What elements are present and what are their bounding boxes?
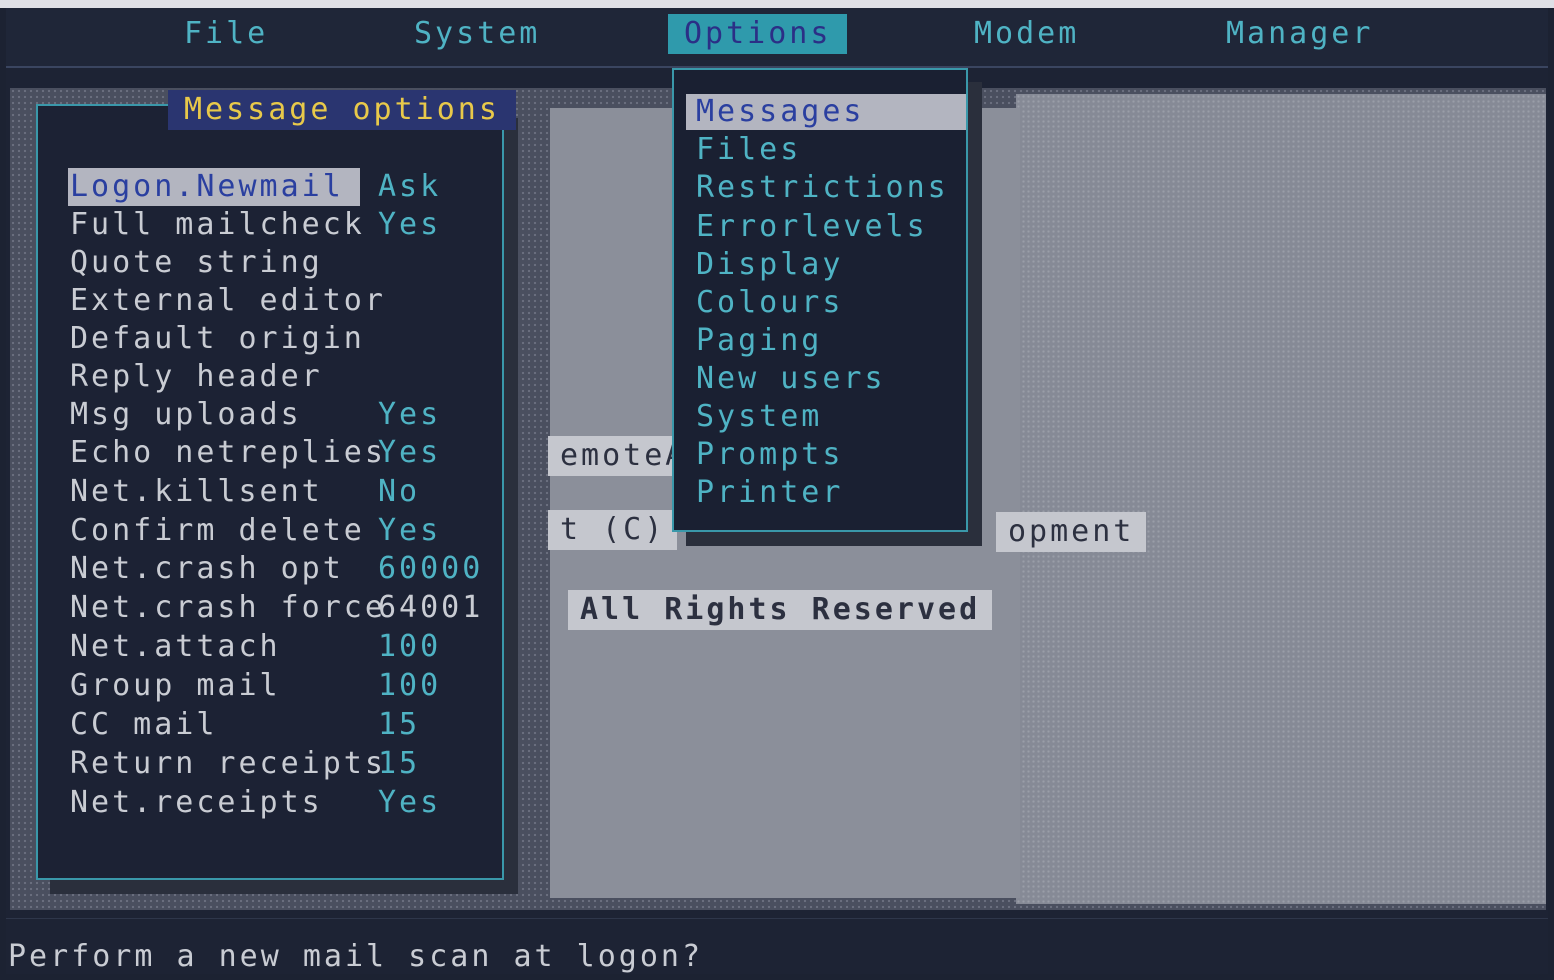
options-menu-item-new-users[interactable]: New users bbox=[686, 361, 966, 397]
message-options-window: Message options Logon.Newmail Ask Full m… bbox=[36, 90, 516, 880]
option-value: Yes bbox=[378, 785, 442, 820]
option-label: CC mail bbox=[70, 707, 218, 742]
options-menu-item-paging[interactable]: Paging bbox=[686, 323, 966, 359]
option-label: Net.receipts bbox=[70, 785, 323, 820]
options-menu-item-files[interactable]: Files bbox=[686, 132, 966, 168]
option-value: 15 bbox=[378, 707, 421, 742]
option-value: 15 bbox=[378, 746, 421, 781]
options-menu-item-system[interactable]: System bbox=[686, 399, 966, 435]
options-menu-item-prompts[interactable]: Prompts bbox=[686, 437, 966, 473]
options-dropdown-menu: Messages Files Restrictions Errorlevels … bbox=[672, 68, 968, 532]
menu-system[interactable]: System bbox=[398, 14, 556, 54]
message-options-title: Message options bbox=[168, 90, 516, 130]
option-label: Net.crash opt bbox=[70, 551, 344, 586]
menu-modem[interactable]: Modem bbox=[958, 14, 1095, 54]
option-label: Net.killsent bbox=[70, 474, 323, 509]
option-label: Echo netreplies bbox=[70, 435, 386, 470]
option-label: Default origin bbox=[70, 321, 365, 356]
option-label: External editor bbox=[70, 283, 386, 318]
option-label: Return receipts bbox=[70, 746, 386, 781]
splash-development-fragment: opment bbox=[996, 512, 1147, 552]
menu-bar: File System Options Modem Manager bbox=[6, 8, 1548, 68]
options-menu-item-messages[interactable]: Messages bbox=[686, 94, 966, 130]
option-value: 100 bbox=[378, 668, 442, 703]
status-bar: Perform a new mail scan at logon? bbox=[6, 918, 1548, 974]
desktop-background-light bbox=[1016, 94, 1546, 904]
option-label: Quote string bbox=[70, 245, 323, 280]
option-label: Full mailcheck bbox=[70, 207, 365, 242]
monitor-bezel-top bbox=[0, 0, 1554, 8]
option-value: Yes bbox=[378, 435, 442, 470]
option-label: Logon.Newmail bbox=[68, 168, 360, 206]
menu-file[interactable]: File bbox=[168, 14, 284, 54]
options-menu-item-display[interactable]: Display bbox=[686, 247, 966, 283]
splash-copyright-fragment: t (C) bbox=[548, 510, 678, 550]
option-label: Msg uploads bbox=[70, 397, 302, 432]
menu-manager[interactable]: Manager bbox=[1210, 14, 1389, 54]
option-value: Yes bbox=[378, 397, 442, 432]
menu-options[interactable]: Options bbox=[668, 14, 848, 54]
option-value: Yes bbox=[378, 207, 442, 242]
options-menu-item-colours[interactable]: Colours bbox=[686, 285, 966, 321]
option-value: No bbox=[378, 474, 421, 509]
splash-rights-text: All Rights Reserved bbox=[568, 590, 993, 630]
option-label: Reply header bbox=[70, 359, 323, 394]
option-value: Ask bbox=[378, 169, 442, 204]
option-label: Group mail bbox=[70, 668, 281, 703]
option-label: Net.attach bbox=[70, 629, 281, 664]
option-value: 60000 bbox=[378, 551, 484, 586]
options-menu-item-restrictions[interactable]: Restrictions bbox=[686, 170, 966, 206]
option-label: Net.crash force bbox=[70, 590, 386, 625]
options-menu-item-errorlevels[interactable]: Errorlevels bbox=[686, 209, 966, 245]
option-label: Confirm delete bbox=[70, 513, 365, 548]
option-value: 64001 bbox=[378, 590, 484, 625]
options-menu-item-printer[interactable]: Printer bbox=[686, 475, 966, 511]
option-value: 100 bbox=[378, 629, 442, 664]
terminal-screen: File System Options Modem Manager emoteA… bbox=[6, 8, 1548, 974]
option-value: Yes bbox=[378, 513, 442, 548]
status-help-text: Perform a new mail scan at logon? bbox=[8, 939, 704, 974]
